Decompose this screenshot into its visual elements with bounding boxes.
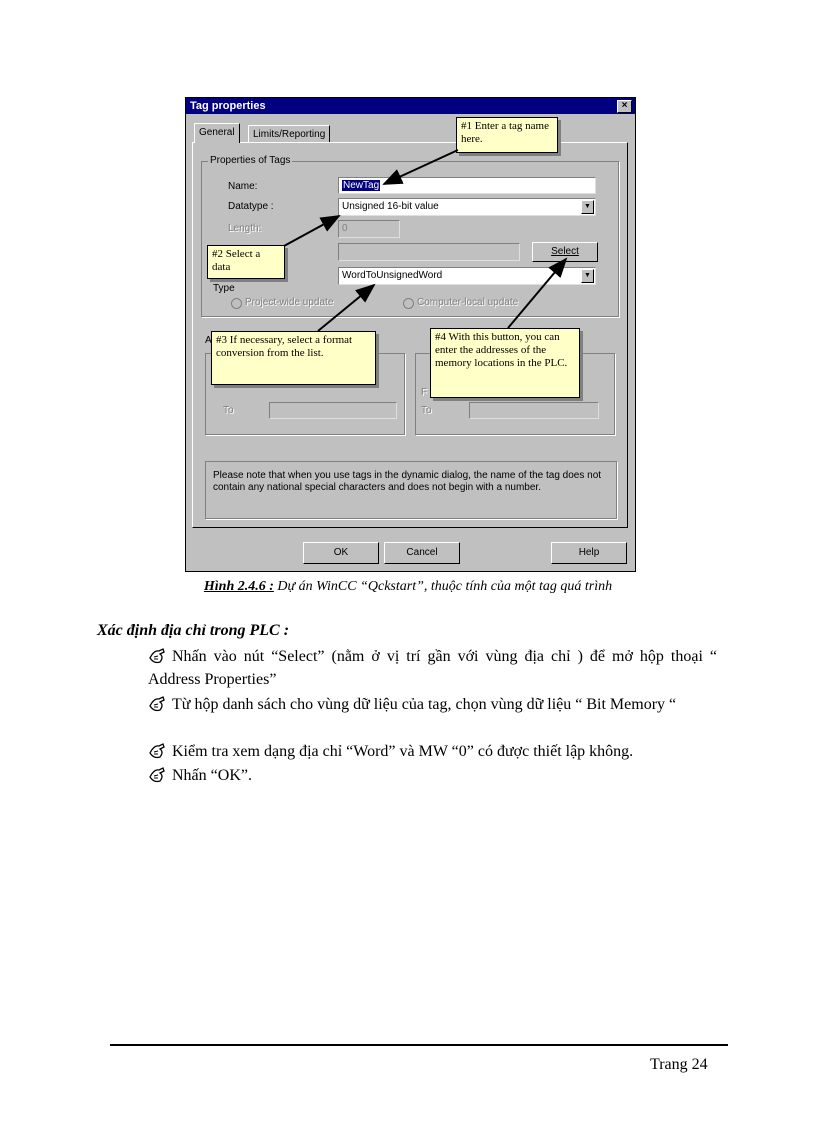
range-to-input-left[interactable]	[269, 402, 397, 419]
format-conversion-select[interactable]: WordToUnsignedWord ▼	[338, 267, 596, 285]
radio-project-wide-label: Project-wide update	[245, 297, 334, 308]
range-to-label-right: To	[421, 405, 432, 416]
select-button[interactable]: Select	[532, 242, 598, 262]
radio-computer-local-label: Computer-local update	[417, 297, 519, 308]
tab-limits-reporting[interactable]: Limits/Reporting	[248, 125, 331, 143]
callout-1: #1 Enter a tag name here.	[456, 117, 558, 153]
radio-project-wide[interactable]	[231, 298, 242, 309]
range-to-input-right[interactable]	[469, 402, 599, 419]
properties-group-label: Properties of Tags	[208, 155, 293, 166]
callout-2: #2 Select a data	[207, 245, 285, 279]
length-label: Length:	[228, 223, 262, 234]
address-field[interactable]	[338, 243, 520, 261]
page-number: Trang 24	[650, 1056, 708, 1073]
figure-caption-text: Dự án WinCC “Qckstart”, thuộc tính của m…	[273, 579, 613, 594]
hand-pointer-icon	[149, 648, 165, 664]
hand-pointer-icon	[149, 743, 165, 759]
callout-4: #4 With this button, you can enter the a…	[430, 328, 580, 398]
dialog-title: Tag properties	[190, 100, 266, 112]
callout-3: #3 If necessary, select a format convers…	[211, 331, 376, 385]
name-label: Name:	[228, 181, 258, 192]
note-text: Please note that when you use tags in th…	[213, 470, 602, 493]
figure-label: Hình 2.4.6 :	[203, 579, 274, 594]
close-icon[interactable]: ×	[617, 100, 632, 113]
tab-general[interactable]: General	[194, 123, 240, 143]
chevron-down-icon[interactable]: ▼	[581, 269, 594, 283]
footer-rule	[110, 1044, 728, 1046]
section-title: Xác định địa chỉ trong PLC :	[97, 622, 290, 639]
type-label: Type	[213, 283, 235, 294]
hand-pointer-icon	[149, 696, 165, 712]
figure-caption: Hình 2.4.6 : Dự án WinCC “Qckstart”, thu…	[0, 579, 816, 595]
hand-pointer-icon	[149, 767, 165, 783]
step-4: Nhấn “OK”.	[148, 764, 717, 787]
ok-button[interactable]: OK	[303, 542, 379, 564]
range-from-label-right: F	[421, 387, 428, 398]
datatype-label: Datatype :	[228, 201, 274, 212]
dialog-title-bar: Tag properties ×	[186, 98, 635, 114]
range-to-label-left: To	[223, 405, 234, 416]
step-2: Từ hộp danh sách cho vùng dữ liệu của ta…	[148, 693, 717, 716]
cancel-button[interactable]: Cancel	[384, 542, 460, 564]
step-1: Nhấn vào nút “Select” (nằm ở vị trí gần …	[148, 648, 717, 688]
help-button[interactable]: Help	[551, 542, 627, 564]
radio-computer-local[interactable]	[403, 298, 414, 309]
length-input[interactable]: 0	[338, 220, 400, 238]
step-3: Kiểm tra xem dạng địa chỉ “Word” và MW “…	[148, 740, 717, 763]
chevron-down-icon[interactable]: ▼	[581, 200, 594, 214]
name-input[interactable]: NewTag	[338, 177, 596, 194]
datatype-select[interactable]: Unsigned 16-bit value ▼	[338, 198, 596, 216]
